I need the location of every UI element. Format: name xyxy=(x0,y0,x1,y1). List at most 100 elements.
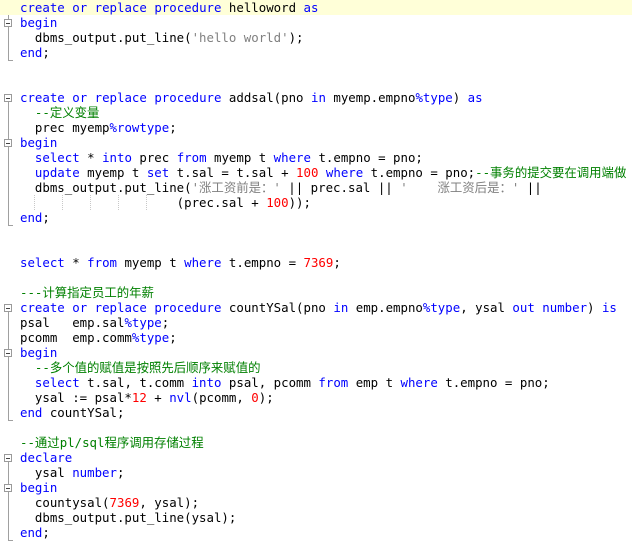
code-line[interactable]: dbms_output.put_line('hello world'); xyxy=(0,30,632,45)
code-token-ident: dbms_output.put_line(ysal); xyxy=(20,510,237,525)
code-line[interactable]: update myemp t set t.sal = t.sal + 100 w… xyxy=(0,165,632,180)
code-token-ident: pcomm emp.comm xyxy=(20,330,132,345)
code-token-keyword: number xyxy=(542,300,588,315)
code-token-ident: ); xyxy=(288,30,304,45)
code-line-text: end; xyxy=(20,210,50,225)
code-line[interactable]: create or replace procedure addsal(pno i… xyxy=(0,90,632,105)
code-line[interactable]: ysal number; xyxy=(0,465,632,480)
code-line[interactable]: --多个值的赋值是按照先后顺序来赋值的 xyxy=(0,360,632,375)
code-line[interactable]: dbms_output.put_line(ysal); xyxy=(0,510,632,525)
code-line[interactable]: countysal(7369, ysal); xyxy=(0,495,632,510)
code-line-text: end; xyxy=(20,45,50,60)
code-line-text: (prec.sal + 100)); xyxy=(20,195,311,210)
code-line[interactable]: end; xyxy=(0,525,632,540)
code-line[interactable]: begin xyxy=(0,15,632,30)
code-line[interactable]: ysal := psal*12 + nvl(pcomm, 0); xyxy=(0,390,632,405)
code-line-text: create or replace procedure addsal(pno i… xyxy=(20,90,483,105)
code-token-ident: ; xyxy=(42,210,50,225)
code-token-keyword: replace xyxy=(94,300,147,315)
sql-code-editor[interactable]: create or replace procedure helloword as… xyxy=(0,0,632,547)
code-token-keyword: into xyxy=(102,150,132,165)
code-token-keyword: create xyxy=(20,0,65,15)
code-line-text: --定义变量 xyxy=(20,105,100,120)
code-token-ident: ysal := psal* xyxy=(20,390,132,405)
code-line[interactable]: begin xyxy=(0,345,632,360)
code-token-keyword: is xyxy=(601,300,617,315)
code-line[interactable]: end countYSal; xyxy=(0,405,632,420)
code-token-ident: helloword xyxy=(221,0,304,15)
code-token-keyword: as xyxy=(303,0,319,15)
code-token-number: 12 xyxy=(131,390,147,405)
code-line-text: create or replace procedure countYSal(pn… xyxy=(20,300,617,315)
code-line-text: begin xyxy=(20,480,57,495)
code-token-keyword: begin xyxy=(20,345,58,360)
code-token-ident: myemp t xyxy=(206,150,274,165)
code-token-keyword: end xyxy=(20,525,43,540)
code-line-text: select * from myemp t where t.empno = 73… xyxy=(20,255,341,270)
code-token-ident: * xyxy=(64,255,88,270)
code-line[interactable]: create or replace procedure countYSal(pn… xyxy=(0,300,632,315)
code-token-ident: (prec.sal + xyxy=(20,195,267,210)
code-token-number: 100 xyxy=(296,165,319,180)
code-token-ident: ) xyxy=(587,300,602,315)
code-line[interactable]: select * from myemp t where t.empno = 73… xyxy=(0,255,632,270)
code-line[interactable]: psal emp.sal%type; xyxy=(0,315,632,330)
code-line[interactable]: pcomm emp.comm%type; xyxy=(0,330,632,345)
code-token-ident: ; xyxy=(333,255,341,270)
code-token-ident: t.empno = pno; xyxy=(437,375,550,390)
code-line[interactable]: select * into prec from myemp t where t.… xyxy=(0,150,632,165)
code-token-number: 100 xyxy=(266,195,289,210)
code-token-ident: dbms_output.put_line( xyxy=(20,30,192,45)
code-token-keyword: from xyxy=(176,150,207,165)
code-token-ident: myemp.empno xyxy=(325,90,416,105)
code-token-keyword: where xyxy=(400,375,438,390)
code-token-keyword: declare xyxy=(20,450,73,465)
code-line[interactable]: --定义变量 xyxy=(0,105,632,120)
code-token-keyword: from xyxy=(87,255,117,270)
code-line[interactable]: select t.sal, t.comm into psal, pcomm fr… xyxy=(0,375,632,390)
code-token-keyword: nvl xyxy=(169,390,192,405)
code-line[interactable]: end; xyxy=(0,210,632,225)
code-line[interactable]: --通过pl/sql程序调用存储过程 xyxy=(0,435,632,450)
code-line[interactable]: prec myemp%rowtype; xyxy=(0,120,632,135)
code-line-text: end; xyxy=(20,525,50,540)
code-token-ident: ; xyxy=(42,525,50,540)
code-line[interactable] xyxy=(0,240,632,255)
code-token-keyword: %type xyxy=(422,300,461,315)
code-line[interactable] xyxy=(0,420,632,435)
code-line[interactable]: begin xyxy=(0,135,632,150)
code-line-text: --多个值的赋值是按照先后顺序来赋值的 xyxy=(20,360,261,375)
code-token-keyword: %type xyxy=(131,330,170,345)
code-token-keyword: update xyxy=(34,165,80,180)
code-line[interactable]: begin xyxy=(0,480,632,495)
code-line[interactable] xyxy=(0,270,632,285)
code-token-ident xyxy=(87,0,94,15)
code-token-ident: ysal xyxy=(20,465,73,480)
code-line[interactable]: ---计算指定员工的年薪 xyxy=(0,285,632,300)
code-line-text: declare xyxy=(20,450,72,465)
code-token-keyword: begin xyxy=(20,480,58,495)
code-line[interactable] xyxy=(0,60,632,75)
code-token-keyword: end xyxy=(20,210,43,225)
code-token-ident: ; xyxy=(42,45,50,60)
code-token-keyword: in xyxy=(310,90,326,105)
code-token-keyword: into xyxy=(191,375,222,390)
code-token-keyword: out xyxy=(512,300,535,315)
code-line[interactable]: declare xyxy=(0,450,632,465)
code-token-ident: t.empno = pno; xyxy=(363,165,476,180)
code-token-ident xyxy=(87,90,94,105)
code-line-text: begin xyxy=(20,345,57,360)
code-token-keyword: set xyxy=(146,165,170,180)
code-line-text: dbms_output.put_line('hello world'); xyxy=(20,30,304,45)
code-token-ident: + xyxy=(146,390,170,405)
code-line[interactable]: dbms_output.put_line('涨工资前是：' || prec.sa… xyxy=(0,180,632,195)
code-line[interactable]: end; xyxy=(0,45,632,60)
code-line[interactable]: create or replace procedure helloword as xyxy=(0,0,632,15)
code-line[interactable] xyxy=(0,225,632,240)
code-token-ident: countYSal; xyxy=(42,405,125,420)
code-line-text: dbms_output.put_line('涨工资前是：' || prec.sa… xyxy=(20,180,542,195)
code-token-keyword: %type xyxy=(415,90,453,105)
code-token-ident: addsal(pno xyxy=(221,90,311,105)
code-line[interactable] xyxy=(0,75,632,90)
code-line[interactable]: (prec.sal + 100)); xyxy=(0,195,632,210)
